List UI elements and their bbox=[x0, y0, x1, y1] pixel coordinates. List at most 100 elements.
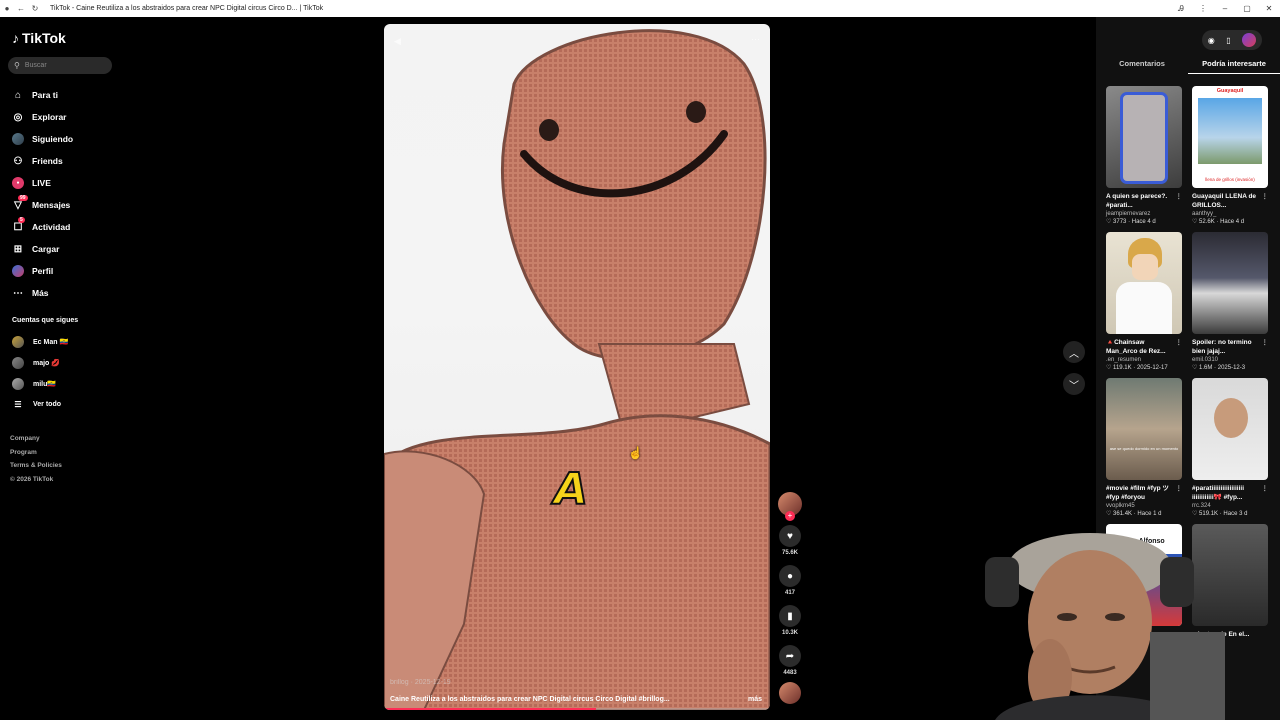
card-title: Spoiler: no termino bien jajaj... bbox=[1192, 339, 1252, 355]
like-action[interactable]: ♥ 75.6K bbox=[776, 525, 804, 556]
footer-link-terms[interactable]: Terms & Policies bbox=[10, 459, 62, 473]
card-author[interactable]: vvoplkm45 bbox=[1106, 503, 1182, 509]
maximize-icon[interactable]: ▢ bbox=[1236, 4, 1258, 13]
mouse-cursor-icon: ☝ bbox=[628, 446, 643, 460]
webcam-person-illustration bbox=[985, 533, 1225, 720]
next-video-button[interactable]: ﹀ bbox=[1063, 373, 1085, 395]
video-thumbnail[interactable]: ase se quedo dormido en un momento bbox=[1106, 378, 1182, 480]
tab-podria-interesarte[interactable]: Podría interesarte bbox=[1188, 59, 1280, 74]
video-actions: + ♥ 75.6K ● 417 ▮ 10.3K ➦ 4483 bbox=[776, 492, 804, 704]
card-options-icon[interactable]: ⋮ bbox=[1262, 193, 1269, 202]
top-right-toolbar: ◉ ▯ bbox=[1202, 30, 1262, 50]
card-author[interactable]: jeampiernevarez bbox=[1106, 211, 1182, 217]
user-avatar[interactable] bbox=[1242, 33, 1257, 47]
following-item[interactable]: Ec Man 🇪🇨 bbox=[12, 331, 68, 352]
card-author[interactable]: .en_resumen bbox=[1106, 357, 1182, 363]
webcam-overlay bbox=[955, 527, 1225, 720]
coin-icon[interactable]: ◉ bbox=[1208, 36, 1215, 45]
card-author[interactable]: emil.0310 bbox=[1192, 357, 1268, 363]
footer-link-program[interactable]: Program bbox=[10, 446, 62, 460]
tiktok-favicon-icon: ● bbox=[4, 4, 10, 13]
recommended-card[interactable]: #paratiiiiiiiiiiiiiiiiii iiiiiiiiiiii🎀 #… bbox=[1192, 378, 1268, 521]
card-options-icon[interactable]: ⋮ bbox=[1176, 485, 1183, 494]
recommended-card[interactable]: Guayaquil llena de grillos (invasión) Gu… bbox=[1192, 86, 1268, 229]
footer-link-company[interactable]: Company bbox=[10, 432, 62, 446]
video-thumbnail[interactable]: Guayaquil llena de grillos (invasión) bbox=[1192, 86, 1268, 188]
bookmark-icon[interactable]: ▮ bbox=[779, 605, 801, 627]
share-count: 4483 bbox=[783, 670, 797, 676]
avatar bbox=[12, 377, 24, 390]
following-list: Ec Man 🇪🇨 majo 💋 milu🇪🇨 ☰ Ver todo bbox=[12, 331, 68, 415]
recommended-card[interactable]: Spoiler: no termino bien jajaj... ⋮ emil.… bbox=[1192, 232, 1268, 375]
see-all-link[interactable]: ☰ Ver todo bbox=[12, 394, 68, 415]
tiktok-logo[interactable]: ♪ TikTok bbox=[12, 30, 66, 46]
nav-item-siguiendo[interactable]: Siguiendo bbox=[12, 128, 117, 150]
card-options-icon[interactable]: ⋮ bbox=[1176, 193, 1183, 202]
back-icon[interactable]: ← bbox=[14, 4, 28, 13]
following-item[interactable]: majo 💋 bbox=[12, 352, 68, 373]
footer-links: Company Program Terms & Policies © 2026 … bbox=[10, 432, 62, 486]
search-input[interactable]: ⚲ Buscar bbox=[8, 57, 112, 74]
video-overlay-letter: A bbox=[553, 463, 589, 516]
comment-action[interactable]: ● 417 bbox=[776, 565, 804, 596]
card-meta: ♡ 361.4K · Hace 1 d bbox=[1106, 511, 1162, 517]
share-icon[interactable]: ➦ bbox=[779, 645, 801, 667]
save-action[interactable]: ▮ 10.3K bbox=[776, 605, 804, 636]
tab-comentarios[interactable]: Comentarios bbox=[1096, 59, 1188, 74]
video-player[interactable]: A ◀ ⋯ brillog · 2025-12-19 Caine Reutili… bbox=[384, 24, 770, 710]
video-thumbnail[interactable] bbox=[1192, 232, 1268, 334]
card-author[interactable]: aanthyy_ bbox=[1192, 211, 1268, 217]
nav-item-explorar[interactable]: ◎ Explorar bbox=[12, 106, 117, 128]
home-icon: ⌂ bbox=[14, 89, 22, 101]
music-disc-icon[interactable] bbox=[779, 682, 801, 704]
nav-item-actividad[interactable]: ☐ 5 Actividad bbox=[12, 216, 117, 238]
nav-item-para-ti[interactable]: ⌂ Para ti bbox=[12, 84, 117, 106]
video-thumbnail[interactable] bbox=[1106, 86, 1182, 188]
follow-plus-icon[interactable]: + bbox=[785, 511, 795, 521]
reload-icon[interactable]: ↻ bbox=[28, 4, 42, 13]
video-username[interactable]: brillog · 2025-12-19 bbox=[390, 679, 451, 686]
menu-dots-icon[interactable]: ⋮ bbox=[1192, 4, 1214, 13]
card-title: 🔺Chainsaw Man_Arco de Rez... bbox=[1106, 339, 1166, 355]
nav-item-friends[interactable]: ⚇ Friends bbox=[12, 150, 117, 172]
nav-item-live[interactable]: ● LIVE bbox=[12, 172, 117, 194]
following-item[interactable]: milu🇪🇨 bbox=[12, 373, 68, 394]
card-author[interactable]: rrc.324 bbox=[1192, 503, 1268, 509]
nav-item-mas[interactable]: ⋯ Más bbox=[12, 282, 117, 304]
minimize-icon[interactable]: – bbox=[1214, 4, 1236, 13]
search-placeholder: Buscar bbox=[24, 62, 47, 69]
nav-item-cargar[interactable]: ⊞ Cargar bbox=[12, 238, 117, 260]
close-icon[interactable]: ✕ bbox=[1258, 4, 1280, 13]
card-options-icon[interactable]: ⋮ bbox=[1262, 485, 1269, 494]
comment-icon[interactable]: ● bbox=[779, 565, 801, 587]
translate-icon[interactable]: Ꭿ bbox=[1170, 4, 1192, 14]
like-count: 75.6K bbox=[781, 550, 798, 556]
card-options-icon[interactable]: ⋮ bbox=[1262, 339, 1269, 348]
footer-copyright: © 2026 TikTok bbox=[10, 475, 54, 483]
volume-icon[interactable]: ◀ bbox=[394, 36, 401, 47]
share-action[interactable]: ➦ 4483 bbox=[776, 645, 804, 676]
video-options-icon[interactable]: ⋯ bbox=[751, 34, 760, 45]
browser-title-bar: ● ← ↻ TikTok - Caine Reutiliza a los abs… bbox=[0, 0, 1280, 17]
nav-item-mensajes[interactable]: ▽ 99 Mensajes bbox=[12, 194, 117, 216]
caption-more-link[interactable]: más bbox=[748, 696, 762, 703]
video-caption: Caine Reutiliza a los abstraidos para cr… bbox=[390, 696, 670, 703]
previous-video-button[interactable]: ︿ bbox=[1063, 341, 1085, 363]
heart-icon[interactable]: ♥ bbox=[779, 525, 801, 547]
main-nav: ⌂ Para ti ◎ Explorar Siguiendo ⚇ Friends… bbox=[12, 84, 117, 304]
recommended-card[interactable]: ase se quedo dormido en un momento #movi… bbox=[1106, 378, 1182, 521]
recommended-card[interactable]: A quien se parece?. #parati... ⋮ jeampier… bbox=[1106, 86, 1182, 229]
video-thumbnail[interactable] bbox=[1106, 232, 1182, 334]
device-icon[interactable]: ▯ bbox=[1226, 36, 1230, 45]
compass-icon: ◎ bbox=[13, 111, 23, 123]
card-options-icon[interactable]: ⋮ bbox=[1176, 339, 1183, 348]
chevron-down-icon: ﹀ bbox=[1069, 380, 1079, 392]
video-thumbnail[interactable] bbox=[1192, 378, 1268, 480]
video-progress-bar[interactable] bbox=[384, 708, 770, 710]
following-avatar-icon bbox=[12, 133, 24, 145]
creator-avatar[interactable]: + bbox=[778, 492, 802, 521]
card-title: #movie #film #fyp ツ #fyp #foryou bbox=[1106, 485, 1169, 501]
recommended-card[interactable]: 🔺Chainsaw Man_Arco de Rez... ⋮ .en_resume… bbox=[1106, 232, 1182, 375]
nav-item-perfil[interactable]: Perfil bbox=[12, 260, 117, 282]
card-meta: ♡ 52.6K · Hace 4 d bbox=[1192, 219, 1245, 225]
